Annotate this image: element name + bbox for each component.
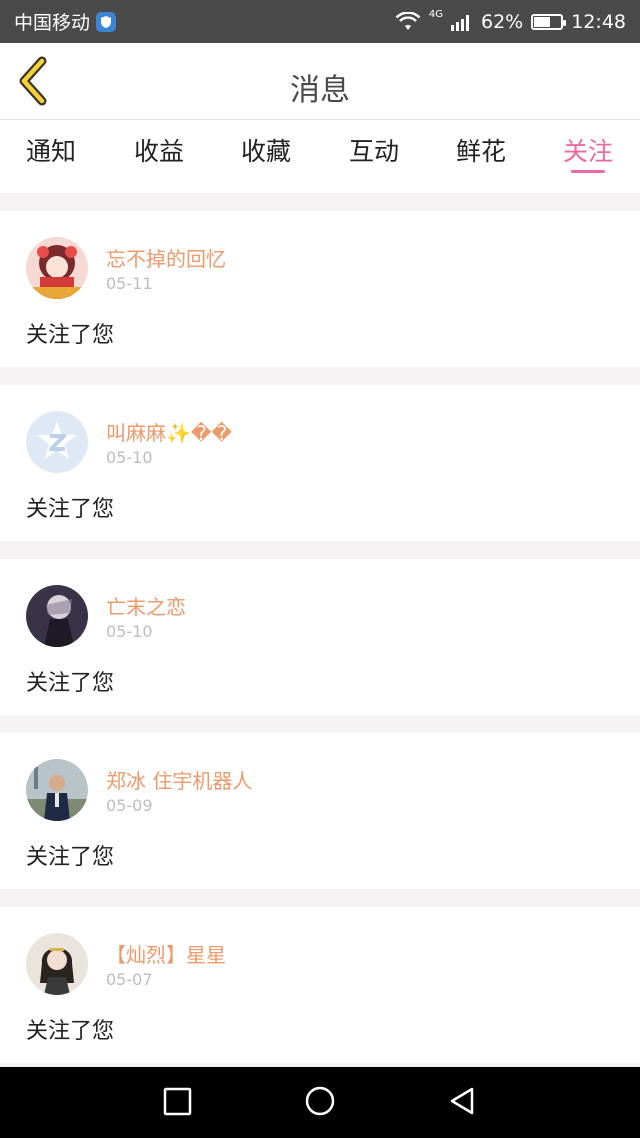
avatar[interactable] bbox=[26, 585, 88, 647]
follow-message: 关注了您 bbox=[26, 1019, 115, 1044]
list-item[interactable]: 忘不掉的回忆 05-11 关注了您 bbox=[0, 211, 640, 367]
app-header: 消息 bbox=[0, 43, 640, 120]
follow-date: 05-11 bbox=[106, 274, 153, 293]
follower-name[interactable]: 【灿烈】星星 bbox=[106, 939, 226, 968]
follow-message: 关注了您 bbox=[26, 845, 115, 870]
shield-icon bbox=[96, 11, 117, 32]
follow-date: 05-10 bbox=[106, 622, 153, 641]
tab-notifications[interactable]: 通知 bbox=[6, 132, 96, 168]
network-type: 4G bbox=[428, 9, 443, 20]
tab-favorites[interactable]: 收藏 bbox=[221, 132, 311, 168]
tab-bar: 通知 收益 收藏 互动 鲜花 关注 bbox=[0, 120, 640, 193]
avatar[interactable] bbox=[26, 933, 88, 995]
follow-message: 关注了您 bbox=[26, 671, 115, 696]
tab-earnings[interactable]: 收益 bbox=[114, 132, 204, 168]
follow-date: 05-07 bbox=[106, 970, 153, 989]
list-item[interactable]: 叫麻麻✨�� 05-10 关注了您 bbox=[0, 385, 640, 541]
active-tab-indicator bbox=[571, 170, 605, 173]
follower-name[interactable]: 忘不掉的回忆 bbox=[106, 243, 226, 272]
avatar[interactable] bbox=[26, 411, 88, 473]
battery-percent: 62% bbox=[481, 10, 524, 33]
system-nav-bar bbox=[0, 1067, 640, 1138]
home-button[interactable] bbox=[303, 1085, 337, 1119]
list-item[interactable]: 【灿烈】星星 05-07 关注了您 bbox=[0, 907, 640, 1063]
list-item[interactable]: 亡末之恋 05-10 关注了您 bbox=[0, 559, 640, 715]
battery-icon bbox=[531, 13, 567, 30]
status-right: 4G 62% 12:48 bbox=[395, 9, 626, 33]
signal-icon bbox=[451, 14, 469, 31]
status-left: 中国移动 bbox=[14, 8, 117, 35]
carrier-label: 中国移动 bbox=[14, 12, 91, 34]
avatar[interactable] bbox=[26, 237, 88, 299]
follower-name[interactable]: 郑冰 住宇机器人 bbox=[106, 765, 252, 794]
tab-interactions[interactable]: 互动 bbox=[329, 132, 419, 168]
clock: 12:48 bbox=[571, 10, 626, 33]
follower-name[interactable]: 叫麻麻✨�� bbox=[106, 417, 232, 446]
tab-flowers[interactable]: 鲜花 bbox=[436, 132, 526, 168]
recent-apps-button[interactable] bbox=[162, 1085, 194, 1117]
avatar[interactable] bbox=[26, 759, 88, 821]
status-bar: 中国移动 4G 62% 12:48 bbox=[0, 0, 640, 43]
follow-message: 关注了您 bbox=[26, 497, 115, 522]
back-nav-button[interactable] bbox=[447, 1085, 477, 1117]
follow-date: 05-09 bbox=[106, 796, 153, 815]
follow-date: 05-10 bbox=[106, 448, 153, 467]
follower-name[interactable]: 亡末之恋 bbox=[106, 591, 186, 620]
page-title: 消息 bbox=[290, 73, 350, 108]
follow-message: 关注了您 bbox=[26, 323, 115, 348]
list-item[interactable]: 郑冰 住宇机器人 05-09 关注了您 bbox=[0, 733, 640, 889]
tab-following[interactable]: 关注 bbox=[543, 132, 633, 168]
wifi-icon bbox=[395, 11, 421, 30]
